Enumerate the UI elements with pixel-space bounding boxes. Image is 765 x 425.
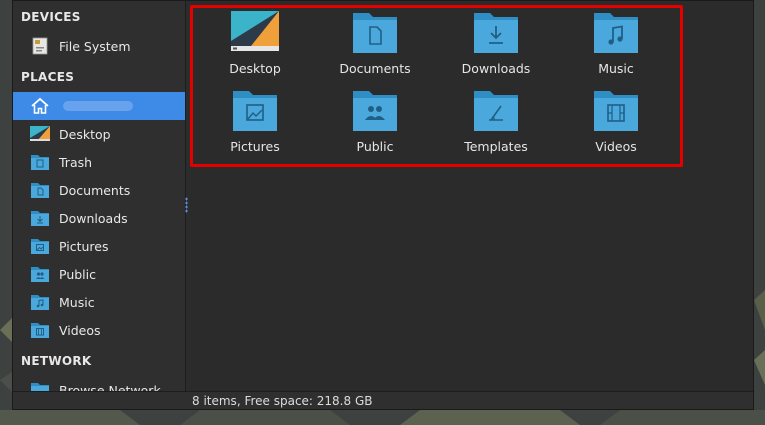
sidebar-item-downloads[interactable]: Downloads [13, 204, 185, 232]
sidebar-item-desktop[interactable]: Desktop [13, 120, 185, 148]
documents-folder-icon [353, 13, 397, 53]
file-item-desktop[interactable]: Desktop [200, 11, 310, 85]
drive-icon [32, 37, 48, 55]
sidebar-item-label: Pictures [59, 238, 109, 254]
sidebar-item-label: Public [59, 266, 96, 282]
downloads-folder-icon [31, 211, 49, 226]
sidebar-item-label: Documents [59, 182, 131, 198]
sidebar-item-videos[interactable]: Videos [13, 316, 185, 344]
home-label-blurred [63, 101, 133, 111]
file-item-label: Videos [595, 139, 637, 154]
file-item-downloads[interactable]: Downloads [441, 11, 551, 85]
file-item-public[interactable]: Public [320, 89, 430, 163]
places-section-title: PLACES [21, 70, 75, 84]
sidebar-item-label: Trash [59, 154, 93, 170]
videos-folder-icon [31, 323, 49, 338]
file-item-pictures[interactable]: Pictures [200, 89, 310, 163]
network-section-title: NETWORK [21, 354, 92, 368]
pictures-folder-icon [233, 91, 277, 131]
sidebar-item-label: Videos [59, 322, 101, 338]
file-item-label: Public [356, 139, 394, 154]
videos-folder-icon [594, 91, 638, 131]
music-folder-icon [31, 295, 49, 310]
sidebar-item-home[interactable] [13, 92, 185, 120]
file-item-music[interactable]: Music [561, 11, 671, 85]
file-item-label: Documents [339, 61, 411, 76]
sidebar-item-file-system[interactable]: File System [13, 32, 185, 60]
file-item-templates[interactable]: Templates [441, 89, 551, 163]
file-manager-window: DEVICES File System PLACES Desktop Trash… [12, 0, 754, 410]
desktop-icon [231, 11, 279, 51]
desktop-icon [30, 126, 50, 141]
status-bar: 8 items, Free space: 218.8 GB [13, 391, 753, 409]
sidebar-item-pictures[interactable]: Pictures [13, 232, 185, 260]
sidebar-item-label: Downloads [59, 210, 128, 226]
downloads-folder-icon [474, 13, 518, 53]
home-icon [31, 97, 49, 114]
file-item-label: Desktop [229, 61, 281, 76]
sidebar-item-label: File System [59, 38, 131, 54]
file-item-documents[interactable]: Documents [320, 11, 430, 85]
sidebar-item-trash[interactable]: Trash [13, 148, 185, 176]
file-item-videos[interactable]: Videos [561, 89, 671, 163]
templates-folder-icon [474, 91, 518, 131]
sidebar: DEVICES File System PLACES Desktop Trash… [13, 1, 186, 409]
file-item-label: Templates [464, 139, 528, 154]
trash-icon [31, 155, 49, 170]
pane-splitter-handle[interactable] [185, 197, 188, 213]
sidebar-item-public[interactable]: Public [13, 260, 185, 288]
file-item-label: Downloads [461, 61, 531, 76]
file-view: Desktop Documents Downloads Music Pictur… [190, 1, 753, 391]
sidebar-item-music[interactable]: Music [13, 288, 185, 316]
devices-section-title: DEVICES [21, 10, 81, 24]
sidebar-item-label: Music [59, 294, 95, 310]
music-folder-icon [594, 13, 638, 53]
public-folder-icon [353, 91, 397, 131]
sidebar-item-documents[interactable]: Documents [13, 176, 185, 204]
file-item-label: Pictures [230, 139, 280, 154]
sidebar-item-label: Desktop [59, 126, 111, 142]
public-folder-icon [31, 267, 49, 282]
file-item-label: Music [598, 61, 634, 76]
documents-folder-icon [31, 183, 49, 198]
pictures-folder-icon [31, 239, 49, 254]
